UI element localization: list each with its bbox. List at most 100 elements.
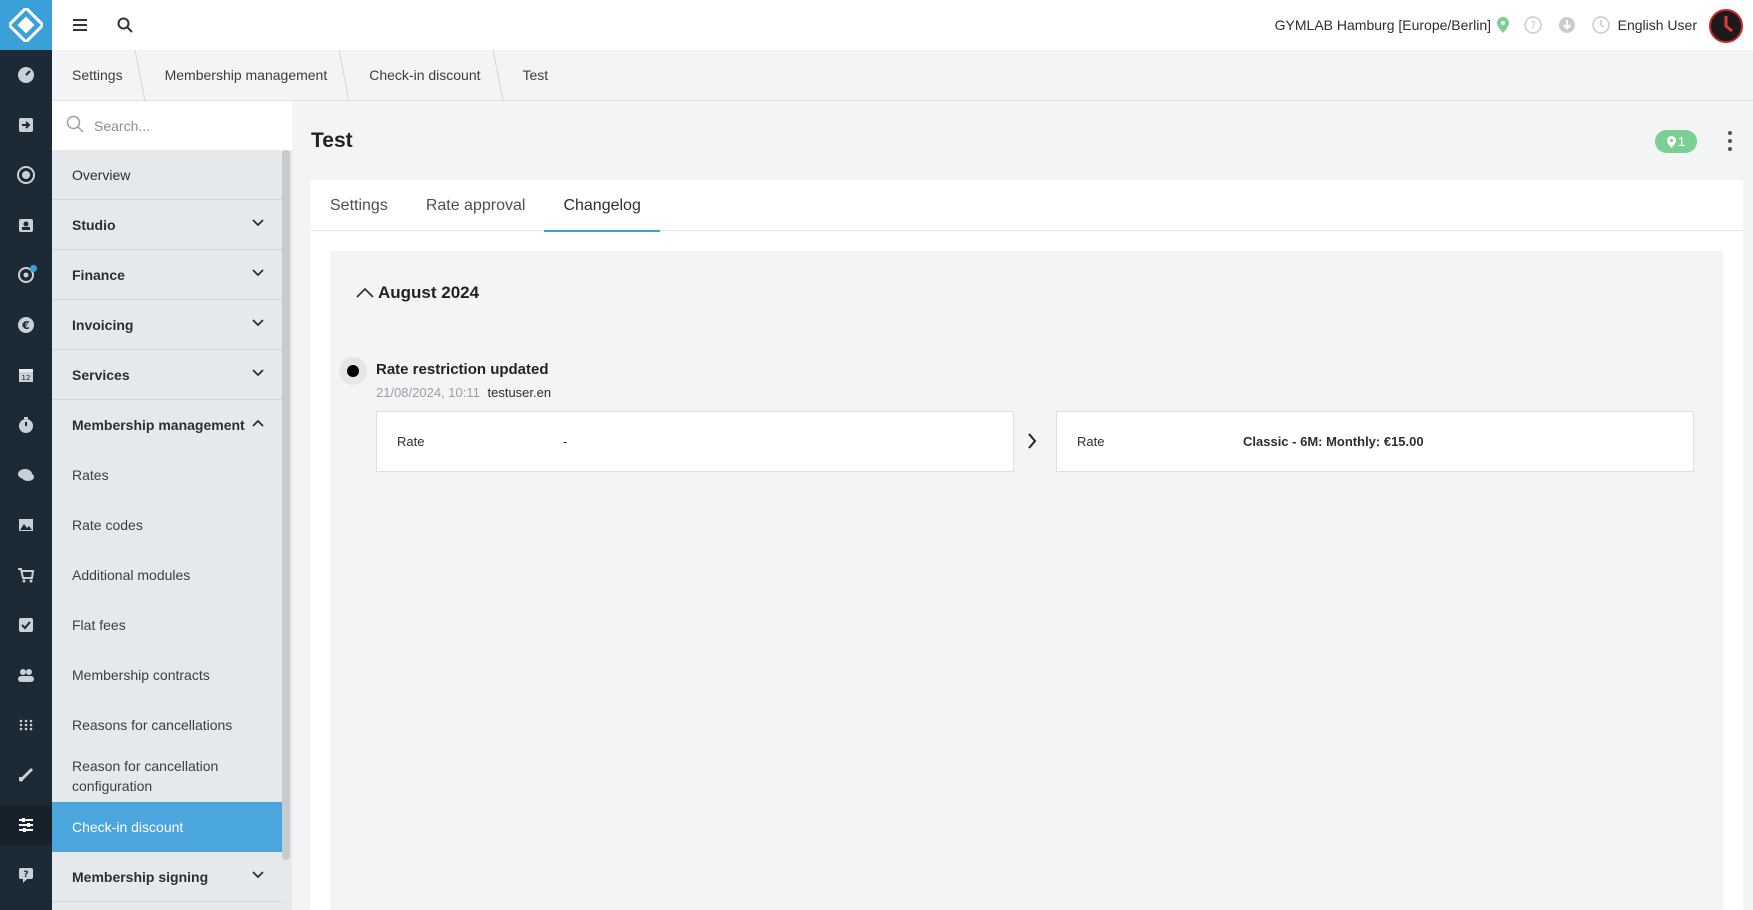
check-in-icon[interactable] [0,105,52,145]
equipment-icon[interactable] [0,755,52,795]
sidebar-item-services[interactable]: Services [52,350,282,400]
keypad-icon[interactable] [0,705,52,745]
new-value-key: Rate [1077,434,1105,449]
badge-count: 1 [1677,134,1686,149]
breadcrumb-label: Check-in discount [369,67,481,83]
chevron-up-icon [356,288,374,298]
entry-title: Rate restriction updated [376,361,549,378]
sidebar-item-studio[interactable]: Studio [52,200,282,250]
tab-settings[interactable]: Settings [311,180,407,231]
search-input[interactable]: Search... [94,118,150,134]
user-name[interactable]: English User [1618,17,1697,33]
chevron-down-icon [252,319,264,327]
task-check-icon[interactable] [0,605,52,645]
chevron-right-icon [1027,433,1037,452]
sidebar-sub-flat-fees[interactable]: Flat fees [52,600,282,650]
chevron-up-icon [252,419,264,427]
breadcrumb-settings[interactable]: Settings [52,49,146,101]
sidebar-sub-additional-modules[interactable]: Additional modules [52,550,282,600]
help-chat-icon[interactable]: ? [0,855,52,895]
breadcrumb-membership-management[interactable]: Membership management [145,49,350,101]
sidebar-sub-check-in-discount[interactable]: Check-in discount [52,802,282,852]
settings-sidebar: Search... Overview Studio Finance Invoic… [52,101,292,910]
svg-text:12: 12 [22,374,31,382]
finance-euro-icon[interactable]: € [0,305,52,345]
cart-icon[interactable] [0,555,52,595]
avatar[interactable] [1709,9,1743,43]
month-label: August 2024 [378,283,480,302]
sidebar-sub-rates[interactable]: Rates [52,450,282,500]
tab-bar: Settings Rate approval Changelog [311,180,1743,232]
timer-icon[interactable] [0,405,52,445]
old-value-key: Rate [397,434,425,449]
entry-meta: 21/08/2024, 10:11 testuser.en [376,385,551,400]
sidebar-item-label: Services [72,366,130,383]
sidebar-sub-reason-for-cancellation-configuration[interactable]: Reason for cancellation configuration [52,750,282,802]
gymlab-logo[interactable] [0,0,52,50]
download-icon[interactable] [1558,16,1576,34]
entry-date: 21/08/2024, 10:11 [376,385,480,400]
page-title: Test [311,129,353,152]
breadcrumb: Settings Membership management Check-in … [52,49,1753,101]
entry-user: testuser.en [487,385,552,400]
sidebar-item-membership-management[interactable]: Membership management [52,400,282,450]
chevron-down-icon [252,219,264,227]
location-count-badge[interactable]: 1 [1655,130,1697,153]
sidebar-sub-reasons-for-cancellations[interactable]: Reasons for cancellations [52,700,282,750]
main-content: Test 1 Settings Rate approval Changelog … [292,101,1753,910]
image-icon[interactable] [0,505,52,545]
target-icon[interactable] [0,155,52,195]
sidebar-item-label: Overview [72,166,131,183]
sidebar-item-finance[interactable]: Finance [52,250,282,300]
breadcrumb-label: Settings [72,67,123,83]
help-icon[interactable]: ? [1524,16,1542,34]
tab-changelog[interactable]: Changelog [544,180,661,232]
sidebar-search[interactable]: Search... [52,101,292,150]
old-value: - [563,434,568,449]
tab-rate-approval[interactable]: Rate approval [407,180,545,231]
chevron-down-icon [252,269,264,277]
breadcrumb-current: Test [503,50,571,101]
changelog-panel: August 2024 Rate restriction updated 21/… [330,251,1723,910]
search-icon [66,115,84,136]
contacts-icon[interactable] [0,205,52,245]
chevron-down-icon [252,369,264,377]
svg-text:€: € [21,319,30,332]
members-icon[interactable] [0,655,52,695]
sidebar-item-label: Studio [72,216,116,233]
breadcrumb-label: Membership management [164,67,328,83]
sidebar-item-membership-signing[interactable]: Membership signing [52,852,282,902]
svg-text:?: ? [1530,19,1536,32]
chevron-down-icon [252,871,264,879]
hamburger-menu-icon[interactable] [70,15,90,35]
sidebar-sub-rate-codes[interactable]: Rate codes [52,500,282,550]
new-value-box: Rate Classic - 6M: Monthly: €15.00 [1056,411,1694,472]
settings-sliders-icon[interactable] [0,805,52,845]
timeline-dot [339,357,367,385]
sidebar-item-label: Invoicing [72,316,134,333]
calendar-icon[interactable]: 12 [0,355,52,395]
more-options-icon[interactable] [1727,131,1733,151]
sidebar-scrollbar[interactable] [282,150,290,860]
new-value: Classic - 6M: Monthly: €15.00 [1243,434,1424,449]
chat-icon[interactable] [0,455,52,495]
breadcrumb-check-in-discount[interactable]: Check-in discount [349,49,504,101]
sidebar-item-label: Membership management [72,417,245,433]
sidebar-item-invoicing[interactable]: Invoicing [52,300,282,350]
app-rail: € 12 ? [0,0,52,910]
top-bar: GYMLAB Hamburg [Europe/Berlin] ? English… [52,0,1753,50]
month-group-toggle[interactable]: August 2024 [356,283,479,303]
svg-text:?: ? [23,870,28,880]
studio-selector[interactable]: GYMLAB Hamburg [Europe/Berlin] [1275,17,1491,33]
detail-card: Settings Rate approval Changelog August … [311,180,1743,910]
search-icon[interactable] [115,15,135,35]
sidebar-item-label: Membership signing [72,868,209,885]
sidebar-item-label: Finance [72,266,125,283]
sidebar-sub-membership-contracts[interactable]: Membership contracts [52,650,282,700]
breadcrumb-label: Test [522,67,549,83]
dashboard-icon[interactable] [0,55,52,95]
marketing-icon[interactable] [0,255,52,295]
sidebar-item-overview[interactable]: Overview [52,150,282,200]
history-clock-icon[interactable] [1592,16,1610,34]
location-pin-icon [1497,17,1509,36]
